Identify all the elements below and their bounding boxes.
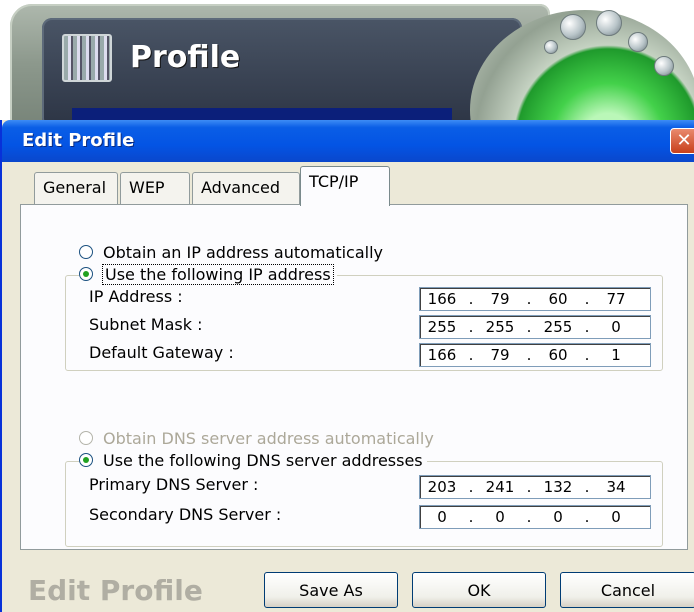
ip-octet: 166 [427,290,457,308]
ip-separator: . [584,346,590,364]
ip-octet: 60 [548,290,568,308]
radio-icon[interactable] [79,245,93,259]
radio-icon[interactable] [79,453,93,467]
ip-separator: . [584,478,590,496]
dialog-watermark: Edit Profile [28,574,203,607]
skin-button-icon[interactable] [560,14,586,40]
ip-address-field[interactable]: 166. 79. 60. 77 [419,287,651,311]
close-button[interactable]: ✕ [670,128,694,154]
dns-group-box [65,461,663,547]
ip-octet: 203 [427,478,457,496]
ip-octet: 255 [543,318,573,336]
close-icon: ✕ [676,130,692,151]
edit-profile-dialog: Edit Profile ✕ General WEP Advanced TCP/… [0,120,694,612]
ip-separator: . [526,318,532,336]
skin-button-icon[interactable] [544,40,558,54]
ip-octet: 77 [606,290,626,308]
ip-octet: 34 [606,478,626,496]
tab-advanced[interactable]: Advanced [192,172,300,204]
dns-auto-label: Obtain DNS server address automatically [103,428,434,448]
ip-octet: 241 [485,478,515,496]
save-as-button[interactable]: Save As [264,572,398,608]
tab-wep[interactable]: WEP [120,172,190,204]
secondary-dns-field[interactable]: 0. 0. 0. 0 [419,505,651,529]
ip-octet: 0 [437,508,447,526]
radio-icon[interactable] [79,267,93,281]
ok-button[interactable]: OK [412,572,546,608]
ip-separator: . [526,508,532,526]
skin-button-icon[interactable] [628,32,648,52]
ip-separator: . [584,318,590,336]
primary-dns-field[interactable]: 203. 241. 132. 34 [419,475,651,499]
ip-octet: 79 [490,290,510,308]
ip-separator: . [468,346,474,364]
ip-separator: . [526,346,532,364]
subnet-mask-field[interactable]: 255. 255. 255. 0 [419,315,651,339]
ip-manual-label: Use the following IP address [102,263,334,285]
skin-button-icon[interactable] [596,10,622,36]
subnet-mask-label: Subnet Mask : [89,315,203,334]
ip-address-label: IP Address : [89,287,183,306]
skin-button-icon[interactable] [654,56,674,76]
ip-separator: . [584,290,590,308]
dns-auto-option[interactable]: Obtain DNS server address automatically [79,427,434,449]
default-gateway-field[interactable]: 166. 79. 60. 1 [419,343,651,367]
secondary-dns-label: Secondary DNS Server : [89,505,282,524]
tab-tcpip[interactable]: TCP/IP [300,166,390,206]
default-gateway-label: Default Gateway : [89,343,234,362]
radio-icon[interactable] [79,431,93,445]
ip-octet: 132 [543,478,573,496]
ip-auto-option[interactable]: Obtain an IP address automatically [79,241,383,263]
ip-octet: 0 [495,508,505,526]
ip-separator: . [468,290,474,308]
dns-manual-option[interactable]: Use the following DNS server addresses [79,449,427,471]
ip-octet: 0 [611,508,621,526]
ip-separator: . [468,318,474,336]
ip-separator: . [468,478,474,496]
cancel-button[interactable]: Cancel [560,572,694,608]
primary-dns-label: Primary DNS Server : [89,475,259,494]
ip-separator: . [526,478,532,496]
ip-separator: . [584,508,590,526]
dialog-title: Edit Profile [22,130,135,151]
ip-octet: 1 [611,346,621,364]
ip-separator: . [526,290,532,308]
ip-octet: 0 [553,508,563,526]
ip-octet: 255 [485,318,515,336]
profile-app-icon [62,34,112,82]
ip-octet: 60 [548,346,568,364]
ip-octet: 255 [427,318,457,336]
ip-octet: 79 [490,346,510,364]
ip-manual-option[interactable]: Use the following IP address [79,263,337,285]
tab-general[interactable]: General [34,172,118,204]
ip-octet: 0 [611,318,621,336]
ip-auto-label: Obtain an IP address automatically [103,242,384,262]
dns-manual-label: Use the following DNS server addresses [103,450,423,470]
ip-separator: . [468,508,474,526]
tcpip-tab-panel: Obtain an IP address automatically Use t… [20,204,688,550]
dialog-titlebar[interactable]: Edit Profile ✕ [2,120,694,162]
profile-skin-title: Profile [130,40,241,75]
ip-octet: 166 [427,346,457,364]
